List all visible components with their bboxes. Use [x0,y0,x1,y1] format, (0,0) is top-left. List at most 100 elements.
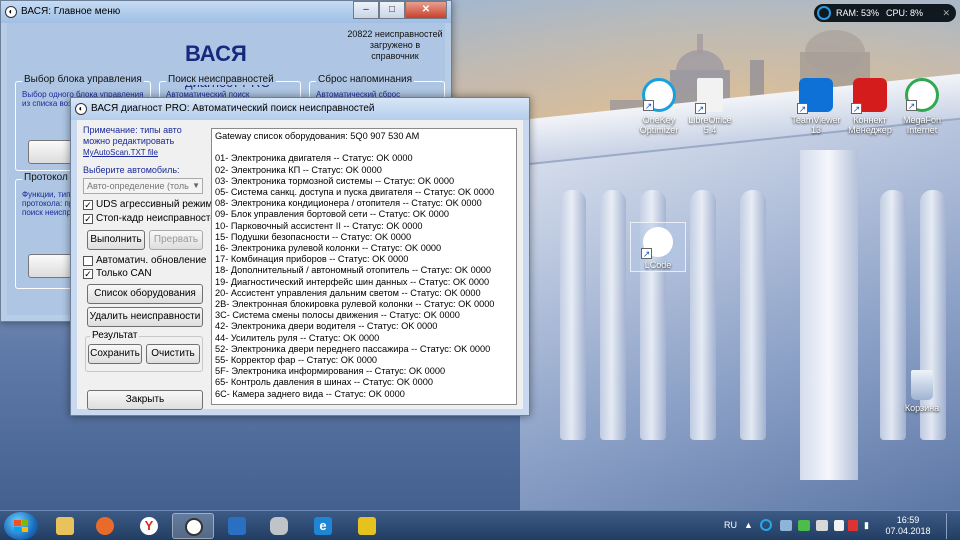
gateway-header: Gateway список оборудования: 5Q0 907 530… [215,131,420,141]
baluster [740,190,766,440]
show-hidden-icons-chevron[interactable]: ▲ [744,511,753,540]
taskbar-media-player[interactable] [84,513,126,539]
taskbar-clock[interactable]: 16:59 07.04.2018 [878,515,938,537]
mysutoscan-file-link[interactable]: MyAutoScan.TXT file [83,148,158,157]
taskbar-vasya-diagnost[interactable] [172,513,214,539]
desktop-icon-teamviewer[interactable]: ↗ TeamViewer 13 [786,78,846,135]
tray-red-icon[interactable] [848,520,858,531]
scan-result-line: 3C- Система смены полосы движения -- Ста… [215,310,460,321]
gauge-icon [817,6,831,20]
taskbar-app-e[interactable]: e [302,513,344,539]
scan-output-textarea[interactable]: Gateway список оборудования: 5Q0 907 530… [211,128,517,405]
desktop-icon-libreoffice[interactable]: ↗ LibreOffice 5.4 [680,78,740,135]
delete-faults-button[interactable]: Удалить неисправности [87,307,203,327]
scan-result-line: 6C- Камера заднего вида -- Статус: OK 00… [215,388,405,399]
can-only-checkbox[interactable]: ✓ Только CAN [83,268,152,280]
auto-scan-dialog[interactable]: ◐ ВАСЯ диагност PRO: Автоматический поис… [70,97,530,416]
save-button[interactable]: Сохранить [88,344,142,364]
pillar [800,150,858,480]
dialog-title: ВАСЯ диагност PRO: Автоматический поиск … [91,103,375,114]
cpu-usage: CPU: 8% [886,8,924,18]
scan-result-line: 55- Корректор фар -- Статус: OK 0000 [215,355,378,366]
tray-notice-icon[interactable] [834,520,844,531]
abort-button[interactable]: Прервать [149,230,203,250]
taskbar-yandex-browser[interactable]: Y [128,513,170,539]
scan-result-line: 05- Система санкц. доступа и пуска двига… [215,187,495,197]
scan-result-line: 20- Ассистент управления дальним светом … [215,287,481,298]
baluster [690,190,716,440]
clear-button[interactable]: Очистить [146,344,200,364]
brand-title: ВАСЯ [185,41,247,66]
tray-app-icon[interactable] [760,519,772,531]
scan-result-line: 65- Контроль давления в шинах -- Статус:… [215,377,433,388]
onekey-optimizer-icon: ↗ [642,78,676,112]
lcode-icon: ↗ [641,227,673,259]
start-button[interactable] [4,512,38,540]
taskbar-android-tool[interactable] [258,513,300,539]
app-icon: ◐ [5,6,17,18]
taskbar-engine-tool[interactable] [346,513,388,539]
media-player-icon [96,517,114,535]
dialog-titlebar[interactable]: ◐ ВАСЯ диагност PRO: Автоматический поис… [71,98,529,120]
scan-result-line: 03- Электроника тормозной системы -- Ста… [215,175,455,186]
scan-result-line: 16- Электроника рулевой колонки -- Стату… [215,243,442,254]
scan-result-line: 15- Подушки безопасности -- Статус: OK 0… [215,231,412,242]
scan-result-line: 08- Электроника кондиционера / отопителя… [215,198,482,209]
freeze-frame-checkbox[interactable]: ✓ Стоп-кадр неисправностей [83,213,222,225]
scan-result-line: 01- Электроника двигателя -- Статус: OK … [215,153,413,164]
language-indicator[interactable]: RU [724,511,737,540]
tray-chat-icon[interactable] [780,520,792,531]
scan-result-line: 10- Парковочный ассистент II -- Статус: … [215,220,423,231]
vertical-scrollbar[interactable] [509,128,519,405]
taskbar: Y e RU ▲ ▮ 16:59 07.04.2018 [0,510,960,540]
desktop-icon-recycle-bin[interactable]: Корзина [892,370,952,413]
ram-usage: RAM: 53% [836,8,880,18]
select-car-label: Выберите автомобиль: [83,165,180,175]
scan-result-line: 17- Комбинация приборов -- Статус: OK 00… [215,254,409,265]
checkmark-icon: ✓ [83,269,93,279]
chevron-down-icon: ▼ [192,181,200,190]
baluster [560,190,586,440]
scan-result-line: 02- Электроника КП -- Статус: OK 0000 [215,164,382,175]
equipment-list-button[interactable]: Список оборудования [87,284,203,304]
car-select-combo[interactable]: Авто-определение (толь ▼ [83,178,203,194]
clock-time: 16:59 [896,515,920,525]
signal-icon[interactable]: ▮ [864,511,869,540]
note-line-2: можно редактировать [83,136,175,146]
tray-security-icon[interactable] [816,520,828,531]
uds-aggressive-checkbox[interactable]: ✓ UDS агрессивный режим [83,199,212,211]
letter-e-icon: e [314,517,332,535]
close-icon[interactable]: ✕ [942,4,950,22]
tray-shield-icon[interactable] [798,520,810,531]
scan-result-line: 09- Блок управления бортовой сети -- Ста… [215,209,450,220]
close-dialog-button[interactable]: Закрыть [87,390,203,410]
scan-result-line: 44- Усилитель руля -- Статус: OK 0000 [215,332,380,343]
system-monitor-gadget[interactable]: RAM: 53% CPU: 8% ✕ [814,4,956,22]
engine-icon [358,517,376,535]
checkmark-icon: ✓ [83,214,93,224]
run-button[interactable]: Выполнить [87,230,145,250]
download-icon [228,517,246,535]
konnekt-manager-icon: ↗ [851,78,887,114]
app-icon: ◐ [75,103,87,115]
auto-update-checkbox[interactable]: Автоматич. обновление [83,255,206,267]
maximize-button[interactable]: □ [379,1,405,19]
clock-date: 07.04.2018 [885,526,931,536]
desktop-icon-megafon[interactable]: ↗ MegaFon Internet [892,78,952,135]
desktop-icon-konnekt[interactable]: ↗ Коннект Менеджер [840,78,900,135]
taskbar-downloader[interactable] [216,513,258,539]
vasya-diagnost-icon [185,518,203,536]
scan-result-line: 19- Диагностический интерфейс шин данных… [215,276,490,287]
recycle-bin-icon [911,370,933,400]
desktop-icon-lcode[interactable]: ↗ LCode [630,222,686,272]
scan-result-line: 18- Дополнительный / автономный отопител… [215,265,492,276]
windows-flag-icon [14,520,28,532]
minimize-button[interactable]: – [353,1,379,19]
close-button[interactable]: ✕ [405,1,447,19]
scan-results-list: 01- Электроника двигателя -- Статус: OK … [215,153,513,399]
main-window-title: ВАСЯ: Главное меню [21,6,121,17]
taskbar-explorer[interactable] [44,513,86,539]
main-window-titlebar[interactable]: ◐ ВАСЯ: Главное меню – □ ✕ [1,1,451,23]
note-line-1: Примечание: типы авто [83,125,182,135]
show-desktop-button[interactable] [946,513,958,539]
